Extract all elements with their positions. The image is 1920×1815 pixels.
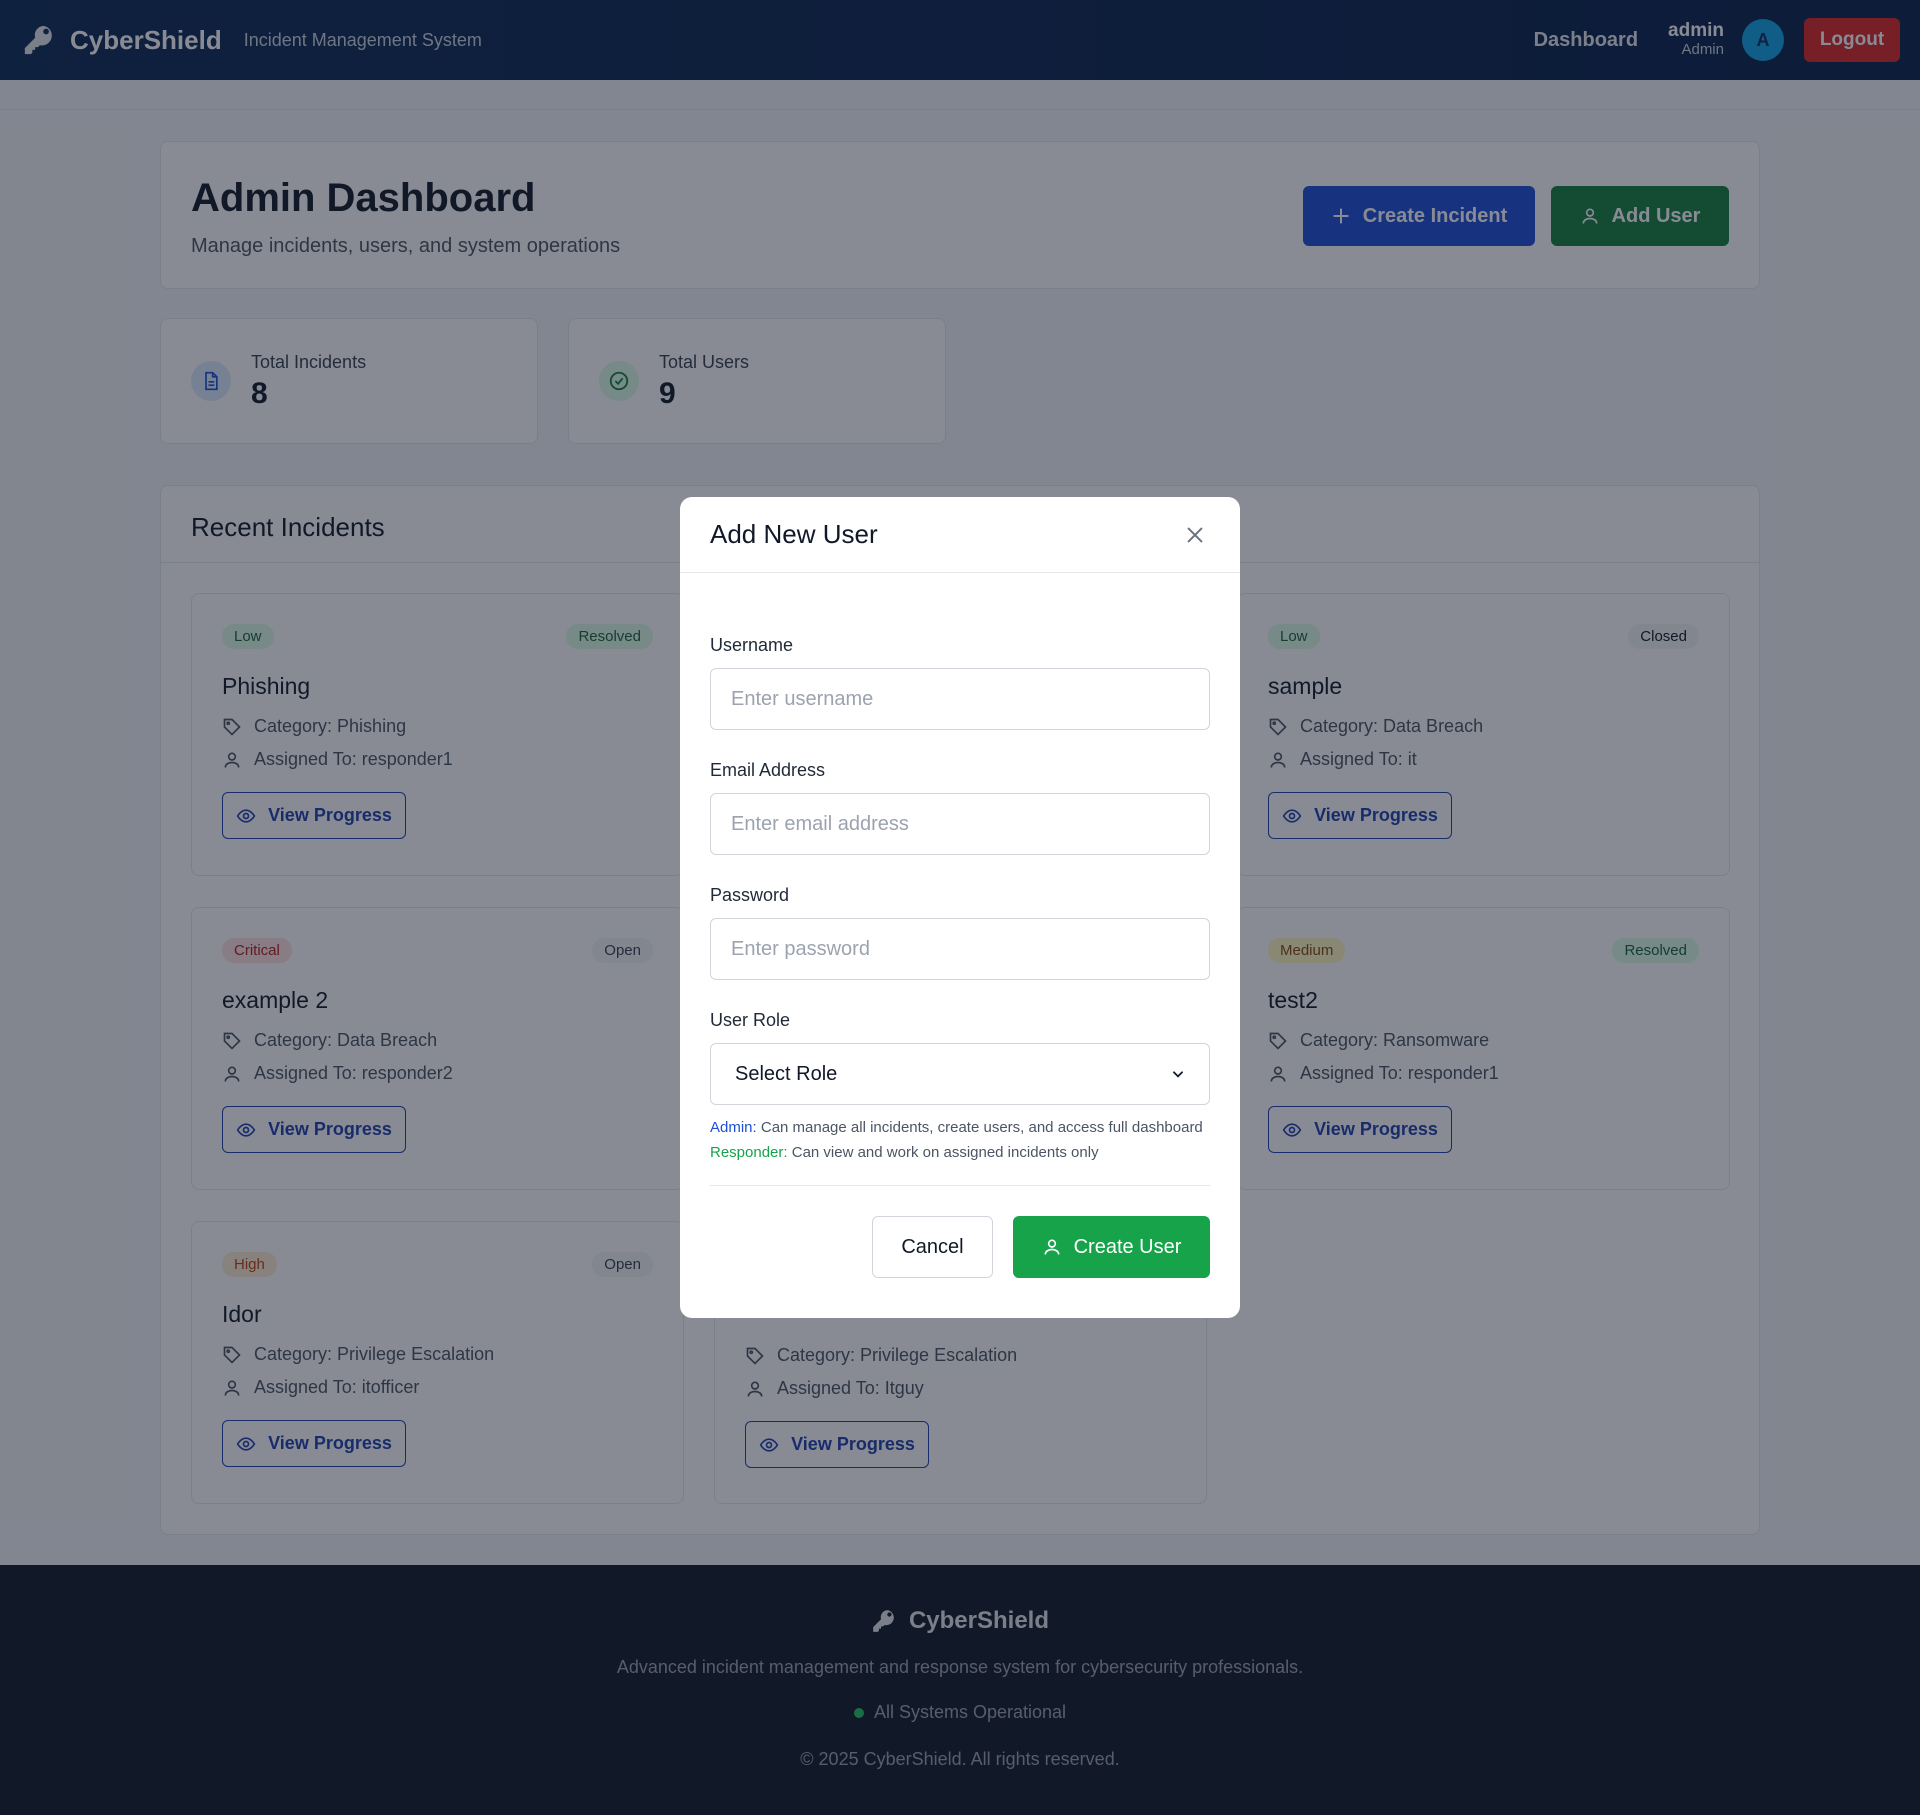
admin-help-label: Admin: — [710, 1119, 757, 1136]
admin-help-text: Can manage all incidents, create users, … — [756, 1119, 1203, 1136]
password-label: Password — [710, 885, 790, 905]
responder-help-text: Can view and work on assigned incidents … — [787, 1144, 1099, 1161]
add-user-modal: Add New User Username Email Address Pass… — [680, 497, 1240, 1318]
cancel-button[interactable]: Cancel — [872, 1216, 993, 1278]
email-label: Email Address — [710, 760, 826, 780]
close-icon — [1187, 527, 1203, 542]
role-label: User Role — [710, 1010, 791, 1030]
username-input[interactable] — [710, 668, 1210, 730]
email-input[interactable] — [710, 793, 1210, 855]
user-icon — [1044, 1239, 1060, 1255]
modal-divider — [710, 1185, 1210, 1186]
username-label: Username — [710, 635, 794, 655]
chevron-down-icon — [1173, 1071, 1183, 1078]
create-user-button[interactable]: Create User — [1013, 1216, 1210, 1278]
role-help: Admin: Can manage all incidents, create … — [710, 1115, 1210, 1165]
password-input[interactable] — [710, 918, 1210, 980]
modal-title: Add New User — [710, 519, 878, 549]
close-button[interactable] — [1180, 520, 1210, 550]
role-selected-value: Select Role — [735, 1062, 838, 1085]
create-user-label: Create User — [1073, 1235, 1182, 1258]
responder-help-label: Responder: — [710, 1144, 788, 1161]
role-select[interactable]: Select Role — [710, 1043, 1210, 1105]
